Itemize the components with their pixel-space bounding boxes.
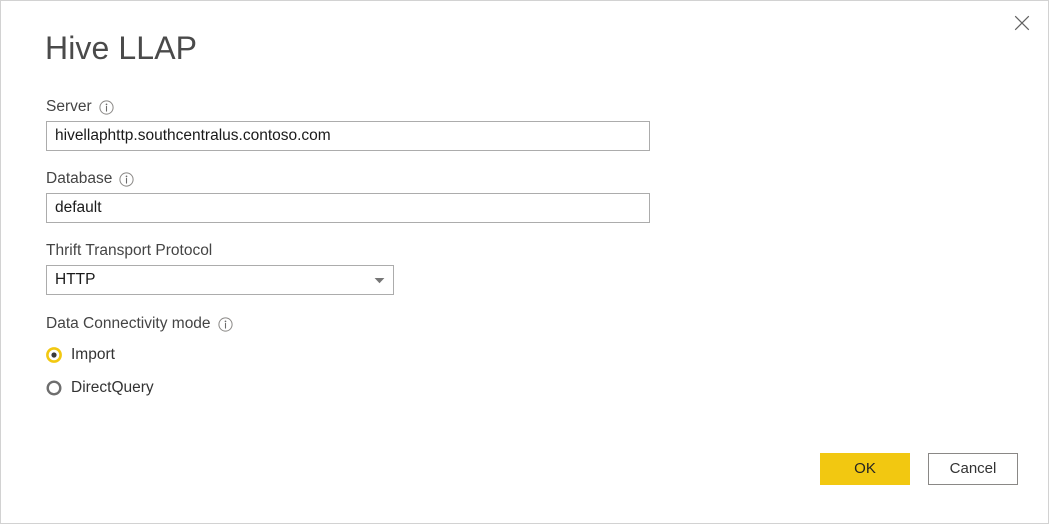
dialog-footer: OK Cancel xyxy=(820,453,1018,485)
chevron-down-icon xyxy=(365,277,393,284)
data-connectivity-mode-label: Data Connectivity mode xyxy=(46,315,211,332)
field-database: Database xyxy=(46,169,650,223)
page-title: Hive LLAP xyxy=(45,30,198,66)
close-icon xyxy=(1014,15,1030,31)
field-thrift-transport-protocol: Thrift Transport Protocol HTTP xyxy=(46,241,650,295)
radio-label-import: Import xyxy=(71,345,115,363)
radio-label-directquery: DirectQuery xyxy=(71,378,154,396)
thrift-transport-protocol-value: HTTP xyxy=(55,271,96,288)
hive-llap-dialog: Hive LLAP Server Database xyxy=(0,0,1049,524)
radio-unselected-icon xyxy=(46,379,62,396)
cancel-button[interactable]: Cancel xyxy=(928,453,1018,485)
connection-form: Server Database xyxy=(46,97,650,295)
info-icon[interactable] xyxy=(217,316,233,332)
ok-button[interactable]: OK xyxy=(820,453,910,485)
database-input[interactable] xyxy=(46,193,650,223)
radio-option-import[interactable]: Import xyxy=(46,342,115,367)
thrift-label-row: Thrift Transport Protocol xyxy=(46,241,650,261)
data-connectivity-mode-group: Data Connectivity mode Import DirectQuer… xyxy=(46,314,546,408)
thrift-transport-protocol-dropdown[interactable]: HTTP xyxy=(46,265,394,295)
server-label: Server xyxy=(46,98,92,115)
database-label: Database xyxy=(46,170,113,187)
server-label-row: Server xyxy=(46,97,650,117)
database-label-row: Database xyxy=(46,169,650,189)
server-input[interactable] xyxy=(46,121,650,151)
data-connectivity-mode-label-row: Data Connectivity mode xyxy=(46,314,546,334)
radio-selected-icon xyxy=(46,346,62,363)
info-icon[interactable] xyxy=(99,99,114,115)
thrift-transport-protocol-label: Thrift Transport Protocol xyxy=(46,242,213,259)
close-button[interactable] xyxy=(1002,5,1042,41)
radio-option-directquery[interactable]: DirectQuery xyxy=(46,375,154,400)
field-server: Server xyxy=(46,97,650,151)
info-icon[interactable] xyxy=(119,171,134,187)
